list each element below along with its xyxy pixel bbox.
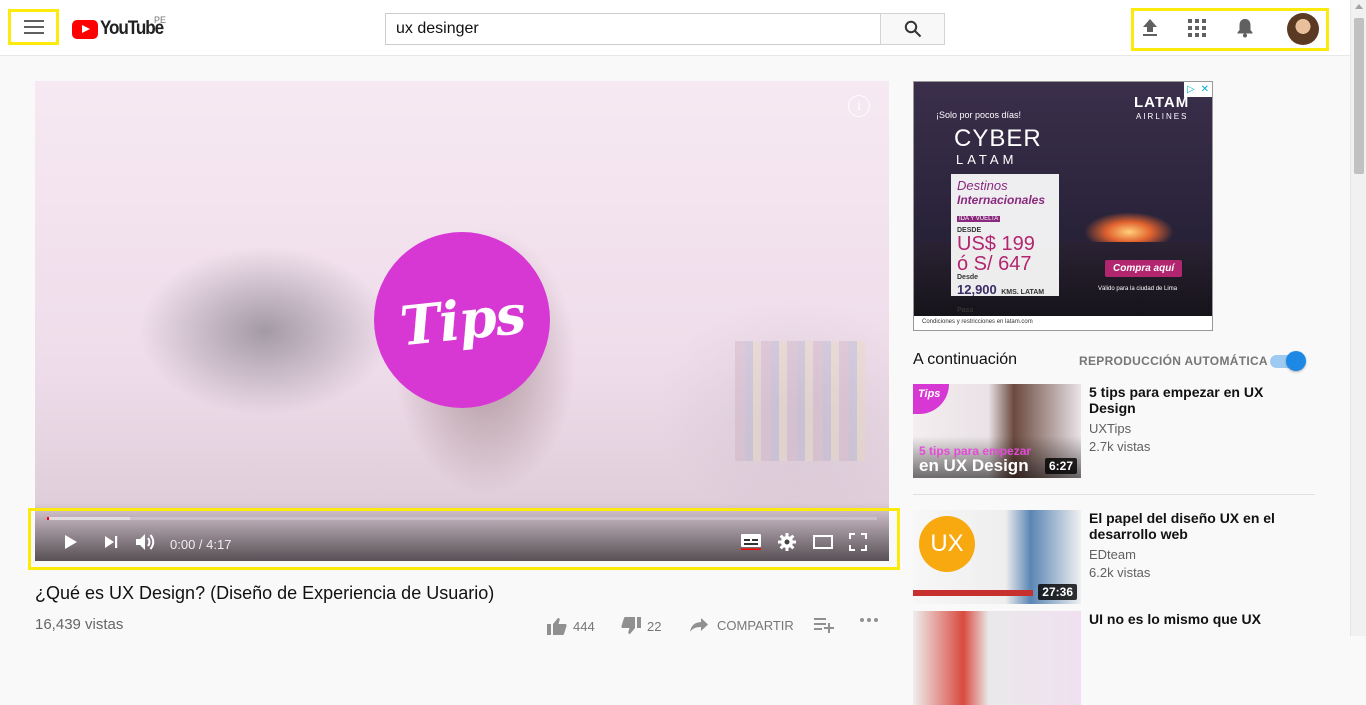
playlist-add-icon: [814, 618, 834, 633]
ad-price-pen: ó S/ 647: [957, 253, 1032, 275]
search-input[interactable]: ux desinger: [385, 13, 881, 45]
channel-name[interactable]: EDteam: [1089, 547, 1136, 562]
recommended-video[interactable]: UX 27:36 El papel del diseño UX en el de…: [913, 510, 1315, 604]
dislike-count: 22: [647, 618, 662, 634]
ad-card-line2: Internacionales: [957, 193, 1046, 207]
ad-brand-sub: AIRLINES: [1136, 112, 1189, 121]
ad-brand: LATAM: [1134, 94, 1190, 111]
video-duration: 27:36: [1038, 584, 1077, 600]
page-scrollbar[interactable]: [1350, 0, 1366, 636]
ad-footer: Condiciones y restricciones en latam.com: [914, 316, 1212, 330]
dislike-button[interactable]: 22: [621, 617, 661, 635]
share-icon: [690, 618, 708, 632]
video-views: 16,439 vistas: [35, 616, 124, 633]
ad-price-card: Destinos Internacionales IDA Y VUELTA DE…: [951, 174, 1059, 314]
youtube-logo[interactable]: YouTube PE: [72, 15, 170, 40]
tips-logo-text: Tips: [396, 281, 528, 359]
ad-headline-sub: LATAM: [956, 152, 1018, 167]
add-to-playlist-button[interactable]: [814, 617, 834, 633]
ad-valid-note: Válido para la ciudad de Lima: [1098, 286, 1178, 292]
video-title[interactable]: 5 tips para empezar en UX Design: [1089, 384, 1299, 416]
thumb-badge: UX: [919, 516, 975, 572]
scrollbar-thumb[interactable]: [1354, 18, 1364, 174]
info-icon[interactable]: i: [848, 95, 870, 117]
like-button[interactable]: 444: [547, 617, 595, 635]
ad-promo: ¡Solo por pocos días!: [936, 110, 1022, 120]
separator: [913, 494, 1315, 495]
ad-close-icon[interactable]: ✕: [1201, 84, 1209, 95]
thumbs-up-icon: [547, 618, 567, 635]
autoplay-toggle[interactable]: [1270, 351, 1306, 371]
highlight-top-icons: [1131, 8, 1329, 51]
video-thumbnail[interactable]: Tips 5 tips para empezar en UX Design 6:…: [913, 384, 1081, 478]
video-thumbnail[interactable]: [913, 611, 1081, 705]
video-title-main: ¿Qué es UX Design? (Diseño de Experienci…: [35, 583, 495, 603]
video-thumbnail[interactable]: UX 27:36: [913, 510, 1081, 604]
like-count: 444: [573, 618, 595, 634]
search-icon: [904, 20, 921, 38]
ad-card-tag: IDA Y VUELTA: [957, 216, 1001, 222]
highlight-player-controls: [28, 508, 900, 570]
country-code: PE: [154, 15, 167, 25]
channel-name[interactable]: UXTips: [1089, 421, 1131, 436]
video-title[interactable]: El papel del diseño UX en el desarrollo …: [1089, 510, 1299, 542]
thumb-badge: Tips: [913, 384, 949, 414]
more-actions-button[interactable]: [859, 617, 879, 623]
autoplay-label: REPRODUCCIÓN AUTOMÁTICA: [1079, 354, 1268, 368]
tips-logo-overlay: Tips: [374, 232, 550, 408]
ad-card-line1: Destinos: [957, 178, 1008, 193]
recommended-video[interactable]: Tips 5 tips para empezar en UX Design 6:…: [913, 384, 1315, 478]
scroll-up-arrow-icon[interactable]: [1355, 4, 1363, 9]
ad-price-usd: US$ 199: [957, 233, 1035, 255]
ad-kms: 12,900: [957, 282, 997, 297]
share-button[interactable]: COMPARTIR: [689, 617, 794, 633]
video-player[interactable]: Tips i 0:00 / 4:17: [35, 81, 889, 561]
ad-card-from2: Desde: [957, 274, 979, 281]
video-duration: 6:27: [1044, 458, 1077, 474]
highlight-menu: [8, 9, 59, 45]
view-count: 6.2k vistas: [1089, 565, 1151, 580]
youtube-play-icon: [72, 19, 98, 39]
thumb-caption-2: en UX Design: [919, 456, 1029, 475]
more-horizontal-icon: [860, 618, 878, 622]
share-label: COMPARTIR: [717, 617, 794, 633]
search-button[interactable]: [880, 13, 945, 45]
ad-cta-button[interactable]: Compra aquí: [1105, 260, 1183, 277]
display-ad[interactable]: ▷ ✕ ¡Solo por pocos días! CYBER LATAM LAT…: [913, 81, 1213, 331]
view-count: 2.7k vistas: [1089, 439, 1151, 454]
up-next-title: A continuación: [913, 351, 1018, 368]
recommended-video[interactable]: UI no es lo mismo que UX: [913, 611, 1315, 705]
thumb-bar: [913, 590, 1033, 596]
thumbs-down-icon: [621, 617, 641, 634]
video-title[interactable]: UI no es lo mismo que UX: [1089, 611, 1299, 627]
ad-headline: CYBER: [954, 125, 1042, 152]
autoplay-toggle-knob: [1286, 351, 1306, 371]
video-background-bookshelf: [735, 341, 865, 461]
